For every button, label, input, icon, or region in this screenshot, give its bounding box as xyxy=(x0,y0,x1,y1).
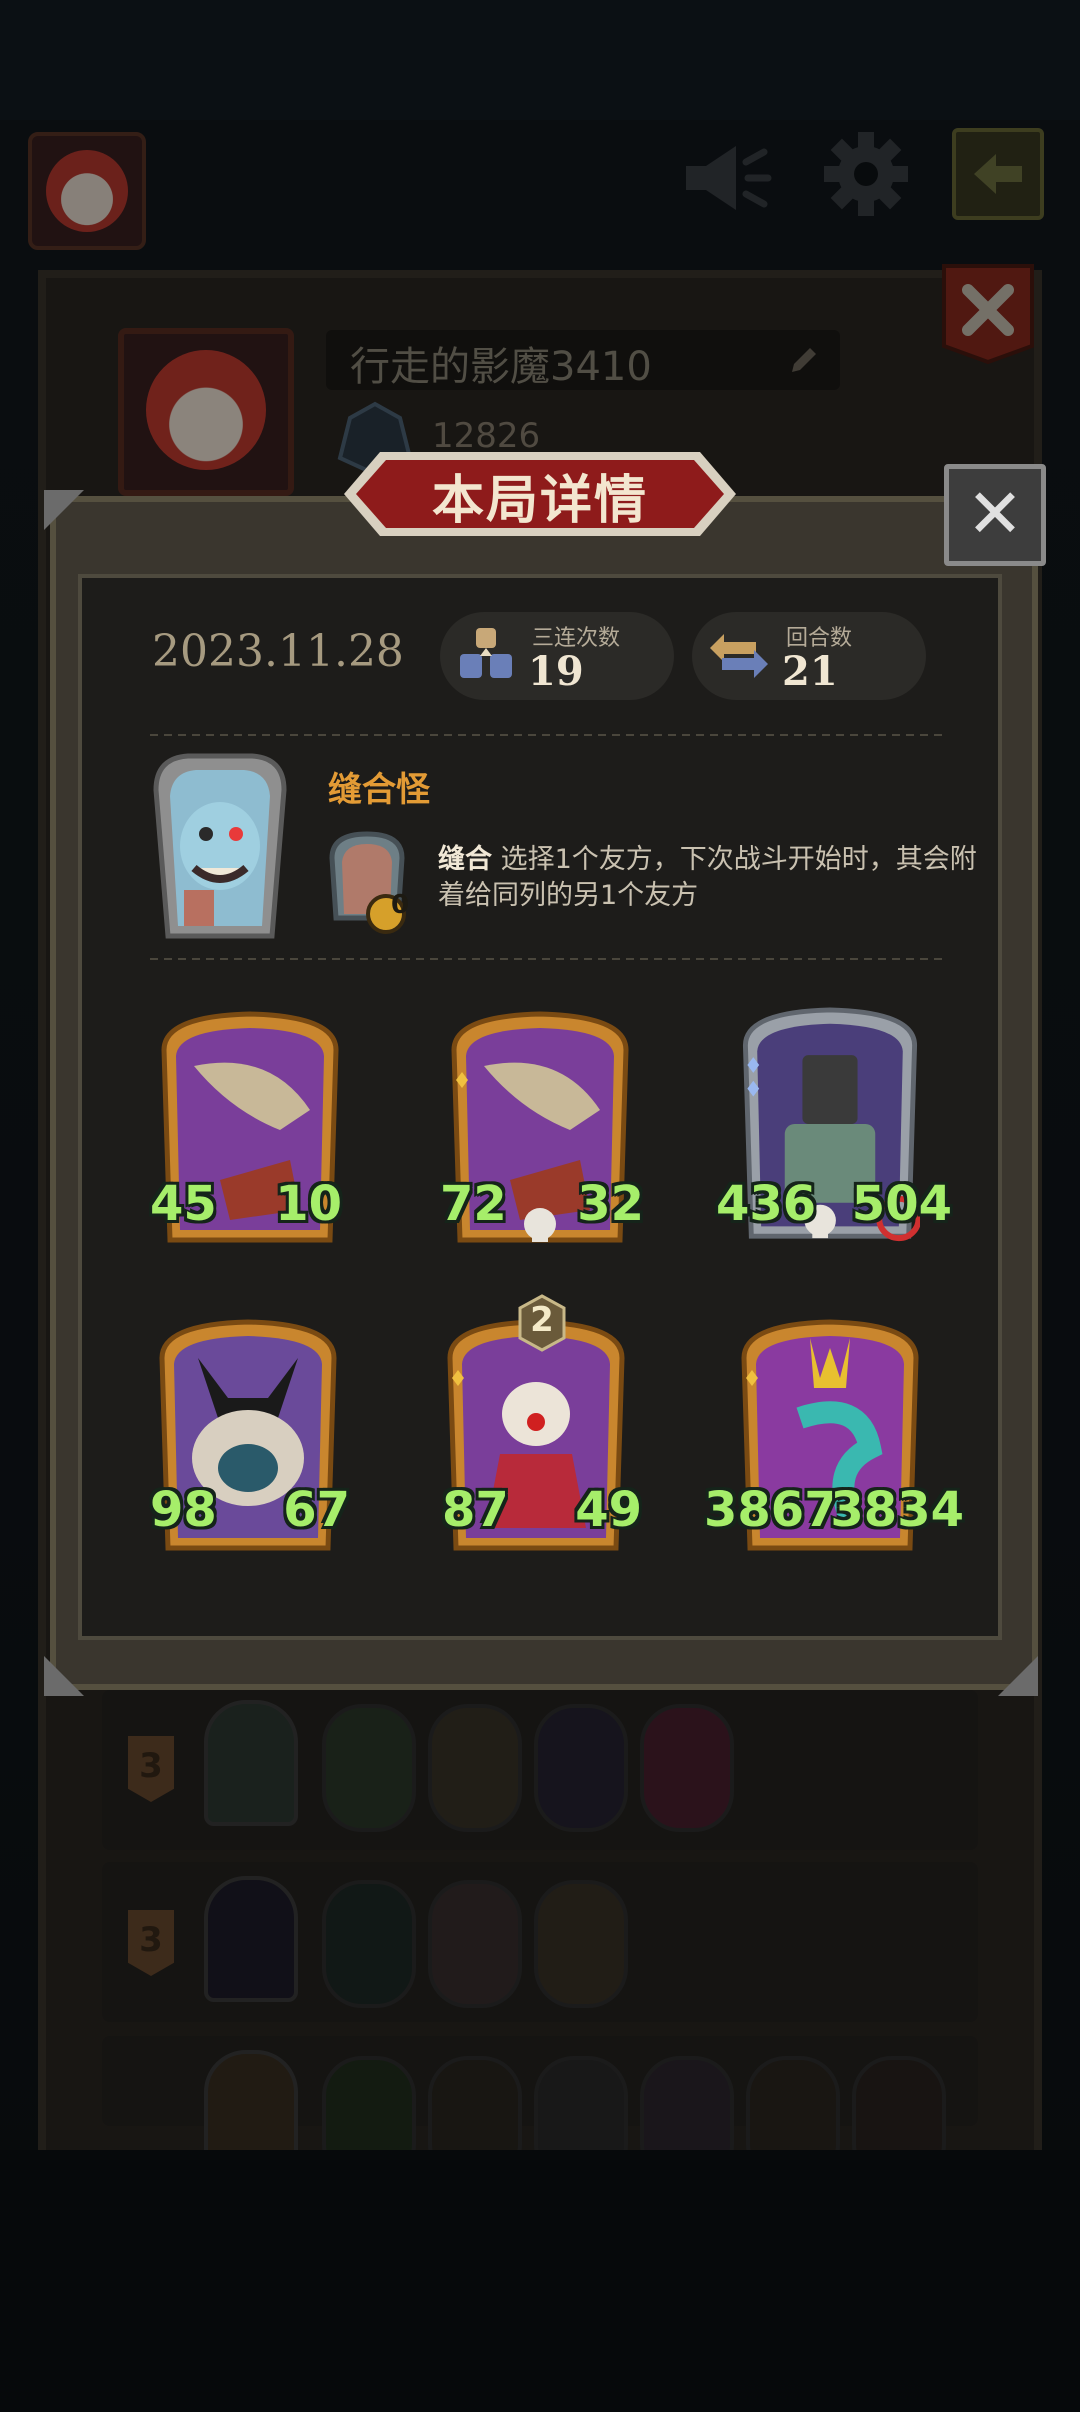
minion-health: 3834 xyxy=(830,1482,964,1538)
level-2-label: 2 xyxy=(530,1300,554,1340)
minion-attack: 45 xyxy=(150,1176,217,1232)
hero-name: 缝合怪 xyxy=(328,770,430,810)
skill-name: 缝合 xyxy=(438,844,492,875)
minion-health: 32 xyxy=(577,1176,644,1232)
minion-attack: 87 xyxy=(442,1482,509,1538)
minion-health: 10 xyxy=(275,1176,342,1232)
close-icon: ✕ xyxy=(966,475,1024,554)
minion-health: 67 xyxy=(283,1482,350,1538)
modal-close-button[interactable]: ✕ xyxy=(944,464,1046,566)
divider xyxy=(150,734,946,736)
triples-value: 19 xyxy=(528,648,584,695)
status-bar xyxy=(0,0,1080,120)
skill-cost: 0 xyxy=(390,890,410,920)
skill-description: 缝合 选择1个友方，下次战斗开始时，其会附着给同列的另1个友方 xyxy=(438,842,978,914)
stitch-monster-hero-portrait[interactable] xyxy=(148,750,292,940)
minion-attack: 98 xyxy=(150,1482,217,1538)
divider xyxy=(150,958,946,960)
minion-attack: 3867 xyxy=(704,1482,838,1538)
minion-health: 49 xyxy=(575,1482,642,1538)
modal-title: 本局详情 xyxy=(431,471,648,531)
match-date: 2023.11.28 xyxy=(152,626,404,677)
minion-health: 504 xyxy=(851,1176,952,1232)
turn-arrows-icon xyxy=(710,634,768,678)
turns-value: 21 xyxy=(782,648,838,695)
triple-blocks-icon xyxy=(460,628,512,678)
skill-desc: 选择1个友方，下次战斗开始时，其会附着给同列的另1个友方 xyxy=(438,844,977,911)
minion-attack: 72 xyxy=(440,1176,507,1232)
